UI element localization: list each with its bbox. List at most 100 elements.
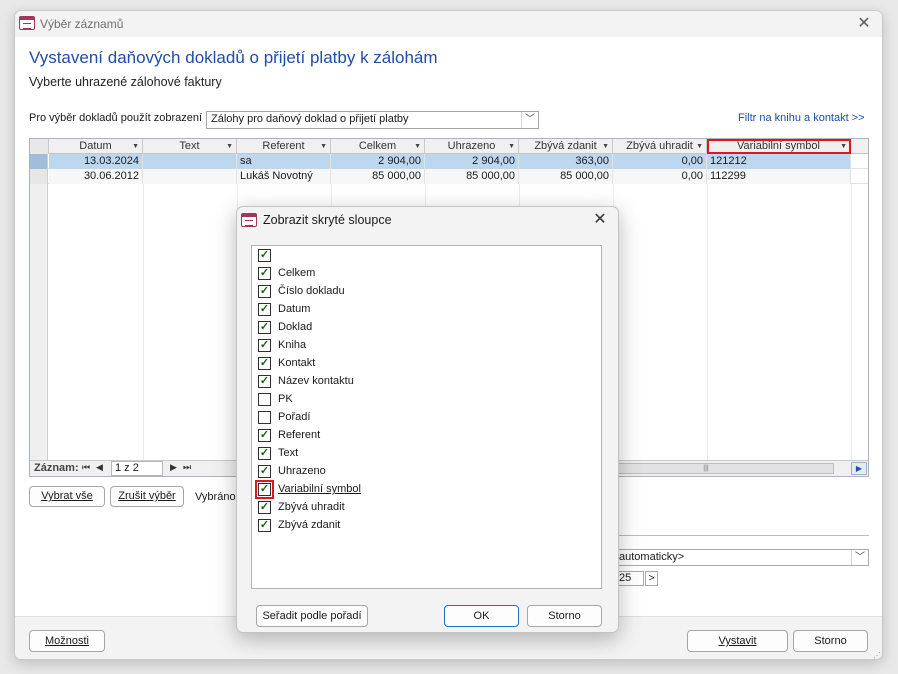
checkbox[interactable]: ✓ (258, 519, 271, 532)
grid-header: Datum ▼ Text ▼ Referent ▼ Celkem ▼ Uhrazeno ▼… (30, 139, 868, 154)
col-header-variabilni-symbol[interactable]: Variabilní symbol ▼ (707, 139, 851, 154)
checkbox[interactable]: ✓ (255, 480, 274, 499)
options-button[interactable]: Možnosti (29, 630, 105, 652)
list-item[interactable]: PK (258, 390, 588, 408)
cell-zbyva-uhradit[interactable]: 0,00 (613, 154, 707, 169)
checkbox[interactable]: ✓ (258, 447, 271, 460)
list-item[interactable]: ✓ Variabilní symbol (255, 480, 588, 499)
list-item[interactable]: ✓ Kontakt (258, 354, 588, 372)
cell-text[interactable] (143, 154, 237, 169)
sort-arrow-icon[interactable]: ▼ (226, 139, 233, 154)
row-selector[interactable] (30, 169, 48, 184)
cell-celkem[interactable]: 85 000,00 (331, 169, 425, 184)
checkbox[interactable]: ✓ (258, 321, 271, 334)
sort-arrow-icon[interactable]: ▼ (840, 139, 847, 154)
checkbox[interactable]: ✓ (258, 249, 271, 262)
numbering-select[interactable]: automaticky> ﹀ (604, 549, 869, 566)
sort-arrow-icon[interactable]: ▼ (414, 139, 421, 154)
cell-uhrazeno[interactable]: 2 904,00 (425, 154, 519, 169)
cell-zbyva-uhradit[interactable]: 0,00 (613, 169, 707, 184)
cell-celkem[interactable]: 2 904,00 (331, 154, 425, 169)
sort-by-order-button[interactable]: Seřadit podle pořadí (256, 605, 368, 627)
col-header-referent[interactable]: Referent ▼ (237, 139, 331, 154)
close-icon[interactable]: ✕ (588, 208, 612, 232)
list-item[interactable]: ✓ Název kontaktu (258, 372, 588, 390)
sort-arrow-icon[interactable]: ▼ (320, 139, 327, 154)
issue-button[interactable]: Vystavit (687, 630, 788, 652)
close-icon[interactable]: ✕ (852, 13, 876, 35)
col-header-zbyva-uhradit[interactable]: Zbývá uhradit ▼ (613, 139, 707, 154)
view-select[interactable]: Zálohy pro daňový doklad o přijetí platb… (206, 111, 539, 129)
checkbox[interactable]: ✓ (258, 501, 271, 514)
cell-text[interactable] (143, 169, 237, 184)
select-all-button[interactable]: Vybrat vše (29, 486, 105, 507)
ok-button[interactable]: OK (444, 605, 519, 627)
sort-arrow-icon[interactable]: ▼ (696, 139, 703, 154)
filter-link[interactable]: Filtr na knihu a kontakt >> (738, 112, 865, 124)
checkbox[interactable] (258, 393, 271, 406)
page-subtitle: Vyberte uhrazené zálohové faktury (29, 75, 222, 89)
list-item[interactable]: ✓ (258, 246, 588, 264)
col-header-datum[interactable]: Datum ▼ (49, 139, 143, 154)
cell-datum[interactable]: 30.06.2012 (49, 169, 143, 184)
checkbox[interactable] (258, 411, 271, 424)
list-item[interactable]: ✓ Referent (258, 426, 588, 444)
column-divider (851, 184, 852, 461)
list-item[interactable]: ✓ Datum (258, 300, 588, 318)
cell-referent[interactable]: Lukáš Novotný (237, 169, 331, 184)
next-arrow-icon[interactable]: > (645, 571, 658, 586)
checkbox[interactable]: ✓ (258, 465, 271, 478)
cancel-selection-button[interactable]: Zrušit výběr (110, 486, 184, 507)
cell-referent[interactable]: sa (237, 154, 331, 169)
checkbox[interactable]: ✓ (258, 357, 271, 370)
sort-arrow-icon[interactable]: ▼ (508, 139, 515, 154)
list-item[interactable]: ✓ Zbývá uhradit (258, 498, 588, 516)
list-item[interactable]: ✓ Doklad (258, 318, 588, 336)
cell-variabilni-symbol[interactable]: 112299 (707, 169, 851, 184)
col-header-text[interactable]: Text ▼ (143, 139, 237, 154)
checkbox[interactable]: ✓ (258, 429, 271, 442)
list-item[interactable]: ✓ Text (258, 444, 588, 462)
cell-zbyva-zdanit[interactable]: 85 000,00 (519, 169, 613, 184)
record-position-input[interactable]: 1 z 2 (111, 461, 163, 476)
first-record-icon[interactable]: ⏮ (82, 462, 90, 473)
checkbox[interactable]: ✓ (258, 303, 271, 316)
access-form-icon (241, 213, 257, 227)
cell-zbyva-zdanit[interactable]: 363,00 (519, 154, 613, 169)
list-item[interactable]: ✓ Uhrazeno (258, 462, 588, 480)
record-selector-column (30, 139, 48, 461)
cell-datum[interactable]: 13.03.2024 (49, 154, 143, 169)
next-record-icon[interactable]: ▶ (170, 462, 177, 473)
cancel-button[interactable]: Storno (793, 630, 868, 652)
chevron-down-icon[interactable]: ﹀ (521, 112, 538, 128)
dialog-cancel-button[interactable]: Storno (527, 605, 602, 627)
col-header-zbyva-zdanit[interactable]: Zbývá zdanit ▼ (519, 139, 613, 154)
list-item[interactable]: ✓ Celkem (258, 264, 588, 282)
cell-uhrazeno[interactable]: 85 000,00 (425, 169, 519, 184)
last-record-icon[interactable]: ⏭ (183, 462, 191, 473)
resize-grip-icon[interactable]: ⋰ (873, 651, 881, 659)
list-item[interactable]: ✓ Zbývá zdanit (258, 516, 588, 534)
record-label: Záznam: (34, 462, 79, 474)
checkbox[interactable]: ✓ (258, 339, 271, 352)
cell-variabilni-symbol[interactable]: 121212 (707, 154, 851, 169)
list-item[interactable]: ✓ Číslo dokladu (258, 282, 588, 300)
col-header-uhrazeno[interactable]: Uhrazeno ▼ (425, 139, 519, 154)
page-title: Vystavení daňových dokladů o přijetí pla… (29, 48, 438, 67)
sort-arrow-icon[interactable]: ▼ (132, 139, 139, 154)
columns-checklist: ✓ ✓ Celkem ✓ Číslo dokladu ✓ Datum ✓ Doklad … (251, 245, 602, 589)
chevron-down-icon[interactable]: ﹀ (851, 550, 868, 565)
list-item[interactable]: Pořadí (258, 408, 588, 426)
previous-record-icon[interactable]: ◀ (96, 462, 103, 473)
row-selector[interactable] (30, 154, 48, 169)
select-all-corner[interactable] (30, 139, 49, 154)
sort-arrow-icon[interactable]: ▼ (602, 139, 609, 154)
checkbox[interactable]: ✓ (258, 285, 271, 298)
checkbox[interactable]: ✓ (258, 267, 271, 280)
checkbox[interactable]: ✓ (258, 375, 271, 388)
table-row[interactable]: 13.03.2024 sa 2 904,00 2 904,00 363,00 0… (30, 154, 868, 169)
scroll-right-icon[interactable]: ▶ (851, 462, 867, 475)
table-row[interactable]: 30.06.2012 Lukáš Novotný 85 000,00 85 00… (30, 169, 868, 184)
list-item[interactable]: ✓ Kniha (258, 336, 588, 354)
col-header-celkem[interactable]: Celkem ▼ (331, 139, 425, 154)
